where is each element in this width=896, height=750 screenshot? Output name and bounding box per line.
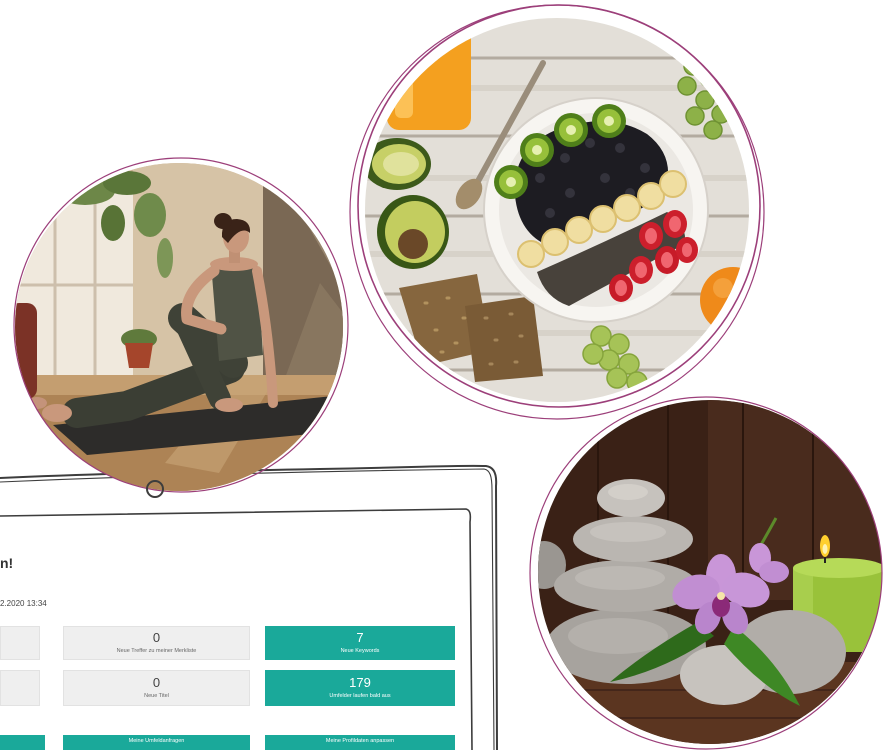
tile-new-keywords[interactable]: 7 Neue Keywords: [265, 626, 455, 660]
breakfast-scene: [365, 18, 749, 402]
greeting-heading: n!: [0, 555, 14, 571]
tile-value: 7: [356, 630, 364, 645]
foot: [215, 398, 243, 412]
yoga-scene: [15, 163, 343, 491]
tablet-camera-icon: [146, 480, 164, 498]
last-login-timestamp: 2.2020 13:34: [0, 599, 47, 608]
yoga-photo: [15, 163, 343, 491]
tile-value: 0: [152, 675, 161, 690]
avocado-half: [377, 195, 449, 269]
spa-stones-photo: [538, 400, 882, 744]
collage-canvas: n! 2.2020 13:34 0 Neue Treffer zu meiner…: [0, 0, 896, 750]
tile-label: Neue Titel: [144, 693, 169, 699]
tile-expiring-environments[interactable]: 179 Umfelder laufen bald aus: [265, 670, 455, 706]
foot: [42, 404, 72, 422]
avocado-half: [365, 138, 431, 190]
tile-partial[interactable]: [0, 626, 40, 660]
tile-new-watchlist-hits[interactable]: 0 Neue Treffer zu meiner Merkliste: [63, 626, 250, 660]
avocado-pit: [398, 229, 428, 259]
hair-bun: [214, 213, 232, 229]
my-requests-button[interactable]: Meine Umfeldanfragen: [63, 735, 250, 750]
tile-label: Neue Keywords: [340, 648, 380, 654]
spa-scene: [538, 400, 882, 744]
smoothie-bowl: [483, 97, 709, 323]
breakfast-photo: [365, 18, 749, 402]
tile-value: 0: [152, 630, 161, 645]
action-button-partial[interactable]: [0, 735, 45, 750]
tile-new-titles[interactable]: 0 Neue Titel: [63, 670, 250, 706]
bread-slice: [465, 296, 543, 382]
tile-label: Umfelder laufen bald aus: [329, 693, 391, 699]
edit-profile-button[interactable]: Meine Profildaten anpassen: [265, 735, 455, 750]
tile-value: 179: [349, 675, 371, 690]
tile-label: Neue Treffer zu meiner Merkliste: [116, 648, 197, 654]
tile-partial[interactable]: [0, 670, 40, 706]
plant-pot: [125, 343, 153, 368]
